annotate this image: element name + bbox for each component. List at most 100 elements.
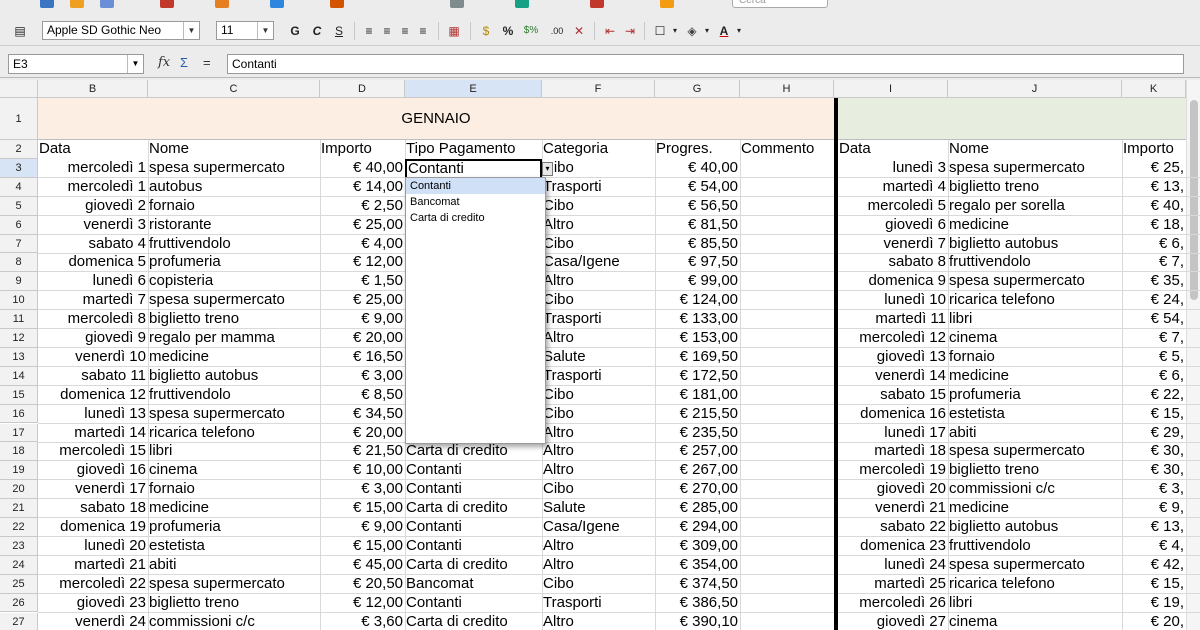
category-cell[interactable]: Casa/Igene: [542, 253, 655, 271]
date-cell[interactable]: martedì 25: [838, 575, 948, 593]
italic-button[interactable]: C: [310, 23, 324, 39]
payment-type-cell[interactable]: Contanti: [405, 480, 542, 498]
category-cell[interactable]: Cibo: [542, 235, 655, 253]
name-cell[interactable]: regalo per mamma: [148, 329, 320, 347]
validation-dropdown[interactable]: Contanti Bancomat Carta di credito: [405, 177, 546, 444]
bold-button[interactable]: G: [288, 23, 302, 39]
chevron-down-icon[interactable]: ▾: [670, 23, 680, 39]
category-cell[interactable]: Cibo: [542, 575, 655, 593]
column-header-c[interactable]: C: [148, 80, 320, 98]
amount-cell[interactable]: € 34,50: [320, 405, 405, 423]
formula-input[interactable]: Contanti: [227, 54, 1184, 74]
name-cell[interactable]: commissioni c/c: [148, 613, 320, 630]
payment-type-cell[interactable]: Carta di credito: [405, 613, 542, 630]
category-cell[interactable]: Cibo: [542, 197, 655, 215]
chevron-down-icon[interactable]: ▼: [127, 55, 143, 73]
date-cell[interactable]: giovedì 27: [838, 613, 948, 630]
background-color-icon[interactable]: ◈: [684, 23, 700, 39]
date-cell[interactable]: martedì 18: [838, 442, 948, 460]
running-total-cell[interactable]: € 267,00: [655, 461, 740, 479]
name-cell[interactable]: autobus: [148, 178, 320, 196]
name-cell[interactable]: fornaio: [148, 197, 320, 215]
date-cell[interactable]: lunedì 17: [838, 424, 948, 442]
date-cell[interactable]: venerdì 7: [838, 235, 948, 253]
styles-icon[interactable]: ▤: [12, 23, 28, 39]
running-total-cell[interactable]: € 99,00: [655, 272, 740, 290]
amount-cell[interactable]: € 35,: [1122, 272, 1186, 290]
amount-cell[interactable]: € 25,00: [320, 216, 405, 234]
amount-cell[interactable]: € 6,: [1122, 367, 1186, 385]
date-cell[interactable]: giovedì 13: [838, 348, 948, 366]
row-header-7[interactable]: 7: [0, 235, 38, 253]
amount-cell[interactable]: € 6,: [1122, 235, 1186, 253]
running-total-cell[interactable]: € 172,50: [655, 367, 740, 385]
amount-cell[interactable]: € 22,: [1122, 386, 1186, 404]
running-total-cell[interactable]: € 124,00: [655, 291, 740, 309]
category-cell[interactable]: Altro: [542, 216, 655, 234]
category-cell[interactable]: Altro: [542, 537, 655, 555]
delete-decimal-icon[interactable]: ✕: [572, 23, 586, 39]
amount-cell[interactable]: € 40,: [1122, 197, 1186, 215]
chevron-down-icon[interactable]: ▼: [257, 22, 273, 39]
navigator-icon[interactable]: [660, 0, 674, 8]
category-cell[interactable]: Casa/Igene: [542, 518, 655, 536]
chevron-down-icon[interactable]: ▾: [734, 23, 744, 39]
column-header-e[interactable]: E: [405, 80, 542, 98]
amount-cell[interactable]: € 16,50: [320, 348, 405, 366]
align-right-icon[interactable]: ≡: [398, 23, 412, 39]
date-cell[interactable]: venerdì 10: [38, 348, 148, 366]
category-cell[interactable]: Altro: [542, 556, 655, 574]
row-header-19[interactable]: 19: [0, 461, 38, 480]
date-cell[interactable]: mercoledì 1: [38, 159, 148, 177]
amount-cell[interactable]: € 15,: [1122, 575, 1186, 593]
category-cell[interactable]: Cibo: [542, 386, 655, 404]
running-total-cell[interactable]: € 354,00: [655, 556, 740, 574]
amount-cell[interactable]: € 8,50: [320, 386, 405, 404]
category-cell[interactable]: Altro: [542, 272, 655, 290]
amount-cell[interactable]: € 25,00: [320, 291, 405, 309]
name-cell[interactable]: cinema: [148, 461, 320, 479]
column-header-g[interactable]: G: [655, 80, 740, 98]
date-cell[interactable]: lunedì 24: [838, 556, 948, 574]
name-cell[interactable]: profumeria: [148, 518, 320, 536]
row-header-4[interactable]: 4: [0, 178, 38, 197]
running-total-cell[interactable]: € 97,50: [655, 253, 740, 271]
row-header-18[interactable]: 18: [0, 442, 38, 461]
function-wizard-button[interactable]: fx: [158, 55, 170, 70]
name-cell[interactable]: profumeria: [948, 386, 1122, 404]
running-total-cell[interactable]: € 257,00: [655, 442, 740, 460]
amount-cell[interactable]: € 19,: [1122, 594, 1186, 612]
amount-cell[interactable]: € 20,50: [320, 575, 405, 593]
payment-type-cell[interactable]: Carta di credito: [405, 556, 542, 574]
column-header-j[interactable]: J: [948, 80, 1122, 98]
amount-cell[interactable]: € 9,: [1122, 499, 1186, 517]
name-cell[interactable]: biglietto treno: [948, 178, 1122, 196]
select-all-corner[interactable]: [0, 80, 38, 98]
category-cell[interactable]: Trasporti: [542, 367, 655, 385]
row-header-16[interactable]: 16: [0, 405, 38, 423]
dropdown-option[interactable]: Contanti: [406, 178, 545, 194]
date-cell[interactable]: venerdì 24: [38, 613, 148, 630]
date-cell[interactable]: mercoledì 12: [838, 329, 948, 347]
date-cell[interactable]: giovedì 16: [38, 461, 148, 479]
date-cell[interactable]: martedì 14: [38, 424, 148, 442]
search-input[interactable]: Cerca: [732, 0, 828, 8]
running-total-cell[interactable]: € 386,50: [655, 594, 740, 612]
running-total-cell[interactable]: € 294,00: [655, 518, 740, 536]
borders-icon[interactable]: ☐: [652, 23, 668, 39]
name-cell[interactable]: regalo per sorella: [948, 197, 1122, 215]
running-total-cell[interactable]: € 85,50: [655, 235, 740, 253]
row-header-17[interactable]: 17: [0, 424, 38, 442]
percent-format-button[interactable]: %: [500, 23, 516, 39]
date-cell[interactable]: sabato 8: [838, 253, 948, 271]
running-total-cell[interactable]: € 56,50: [655, 197, 740, 215]
running-total-cell[interactable]: € 181,00: [655, 386, 740, 404]
running-total-cell[interactable]: € 215,50: [655, 405, 740, 423]
running-total-cell[interactable]: € 374,50: [655, 575, 740, 593]
column-header-d[interactable]: D: [320, 80, 405, 98]
row-header-13[interactable]: 13: [0, 348, 38, 367]
amount-cell[interactable]: € 30,: [1122, 461, 1186, 479]
date-cell[interactable]: domenica 12: [38, 386, 148, 404]
row-header-15[interactable]: 15: [0, 386, 38, 405]
payment-type-cell[interactable]: Contanti: [405, 594, 542, 612]
